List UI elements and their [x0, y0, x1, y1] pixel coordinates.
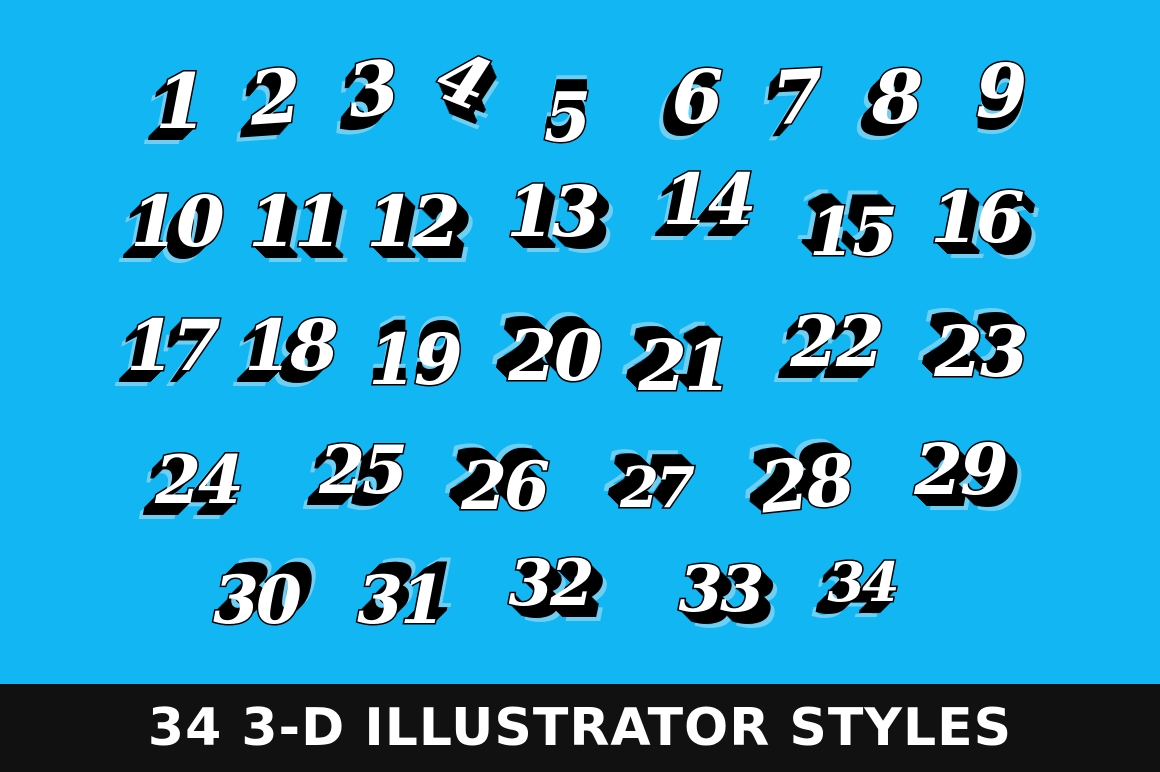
number-style-31: 31 [356, 561, 448, 639]
number-style-33: 33 [677, 552, 766, 627]
number-style-11: 11 [247, 180, 344, 263]
number-style-28: 28 [755, 436, 858, 531]
number-style-5: 5 [542, 78, 592, 158]
number-style-23: 23 [933, 310, 1030, 393]
number-style-16: 16 [929, 176, 1026, 259]
number-style-34: 34 [826, 550, 901, 614]
number-style-2: 2 [245, 52, 302, 144]
number-style-4: 4 [424, 31, 500, 128]
number-style-26: 26 [460, 447, 552, 525]
number-style-grid: 1 2 3 4 5 6 7 8 9 10 11 12 13 14 15 16 17 18 19 20 21 22 23 24 2… [0, 0, 1160, 684]
number-style-30: 30 [212, 561, 304, 639]
number-style-12: 12 [365, 180, 462, 263]
number-style-18: 18 [243, 304, 340, 387]
number-style-21: 21 [637, 324, 734, 407]
number-style-1: 1 [154, 57, 210, 146]
banner-title: 34 3-D ILLUSTRATOR STYLES [147, 698, 1013, 758]
number-style-20: 20 [507, 314, 604, 397]
number-style-19: 19 [367, 318, 464, 401]
number-style-17: 17 [125, 304, 222, 387]
number-style-22: 22 [789, 300, 886, 383]
number-style-32: 32 [507, 546, 596, 621]
number-style-24: 24 [154, 441, 246, 519]
number-style-14: 14 [661, 158, 758, 241]
number-style-8: 8 [870, 55, 924, 141]
number-style-29: 29 [913, 428, 1010, 511]
number-style-3: 3 [342, 43, 402, 137]
number-style-7: 7 [768, 52, 824, 143]
number-style-15: 15 [808, 193, 900, 271]
number-style-25: 25 [318, 431, 410, 509]
number-style-9: 9 [974, 49, 1028, 135]
number-style-10: 10 [129, 180, 226, 263]
number-style-6: 6 [670, 55, 724, 141]
title-banner: 34 3-D ILLUSTRATOR STYLES [0, 684, 1160, 772]
number-style-27: 27 [619, 455, 697, 521]
number-style-13: 13 [505, 170, 602, 253]
